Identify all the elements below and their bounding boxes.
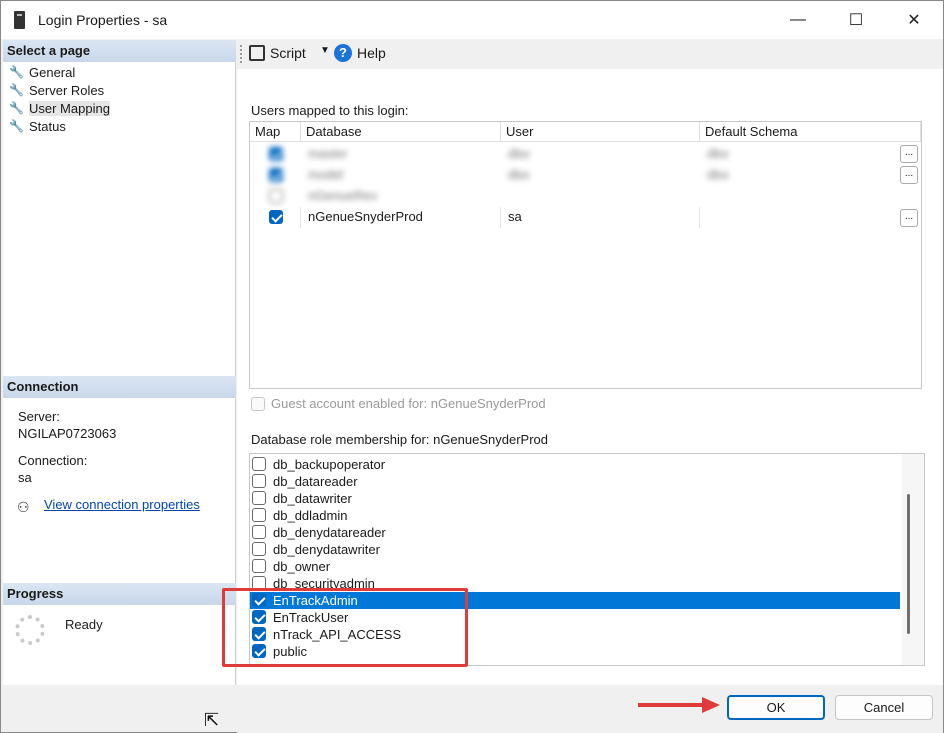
guest-account-label: Guest account enabled for: nGenueSnyderP… bbox=[271, 396, 546, 411]
connection-value: sa bbox=[18, 470, 32, 485]
users-mapped-label: Users mapped to this login: bbox=[251, 103, 409, 118]
role-checkbox[interactable] bbox=[252, 508, 266, 522]
database-cell: model bbox=[308, 167, 344, 182]
help-icon[interactable]: ? bbox=[334, 44, 352, 62]
grid-header: Map Database User Default Schema bbox=[250, 122, 921, 142]
map-checkbox[interactable] bbox=[269, 147, 283, 161]
list-item[interactable]: db_ddladmin bbox=[250, 507, 900, 524]
role-membership-label: Database role membership for: nGenueSnyd… bbox=[251, 432, 548, 447]
title-bar: Login Properties - sa — ☐ ✕ bbox=[1, 1, 943, 39]
annotation-arrow-shaft bbox=[638, 703, 706, 707]
page-item-general[interactable]: 🔧 General bbox=[9, 63, 75, 81]
column-header-map[interactable]: Map bbox=[255, 124, 280, 139]
connection-header: Connection bbox=[3, 376, 236, 398]
role-name: db_datareader bbox=[273, 474, 358, 489]
table-row[interactable]: nGenueRev bbox=[250, 186, 921, 207]
annotation-highlight-box bbox=[222, 588, 468, 667]
column-header-user[interactable]: User bbox=[506, 124, 533, 139]
server-label: Server: bbox=[18, 409, 60, 424]
role-list-scroll-thumb[interactable] bbox=[907, 494, 910, 634]
role-checkbox[interactable] bbox=[252, 542, 266, 556]
help-button[interactable]: Help bbox=[357, 45, 386, 61]
list-item[interactable]: db_backupoperator bbox=[250, 456, 900, 473]
script-button[interactable]: Script bbox=[270, 45, 306, 61]
close-button[interactable]: ✕ bbox=[885, 1, 943, 39]
database-cell: master bbox=[308, 146, 348, 161]
role-name: db_ddladmin bbox=[273, 508, 348, 523]
script-dropdown-icon[interactable]: ▼ bbox=[320, 45, 330, 56]
connection-properties-icon: ⚇ bbox=[17, 499, 30, 515]
user-cell: sa bbox=[508, 209, 522, 224]
schema-browse-button[interactable]: ... bbox=[900, 145, 918, 163]
progress-spinner-icon bbox=[15, 615, 45, 645]
script-icon[interactable] bbox=[249, 45, 265, 61]
map-checkbox[interactable] bbox=[269, 189, 283, 203]
role-name: db_datawriter bbox=[273, 491, 352, 506]
list-item[interactable]: db_datareader bbox=[250, 473, 900, 490]
connection-label: Connection: bbox=[18, 453, 88, 468]
select-page-header: Select a page bbox=[3, 40, 236, 62]
wrench-icon: 🔧 bbox=[9, 101, 24, 115]
ok-button[interactable]: OK bbox=[727, 695, 825, 720]
schema-cell: dbo bbox=[707, 146, 729, 161]
role-checkbox[interactable] bbox=[252, 525, 266, 539]
progress-header: Progress bbox=[3, 583, 236, 605]
table-row[interactable]: nGenueSnyderProd sa bbox=[250, 207, 921, 228]
map-checkbox[interactable] bbox=[269, 168, 283, 182]
users-mapped-grid[interactable]: Map Database User Default Schema master … bbox=[249, 121, 922, 389]
schema-browse-button[interactable]: ... bbox=[900, 166, 918, 184]
schema-cell: dbo bbox=[707, 167, 729, 182]
page-item-label: Status bbox=[29, 118, 66, 134]
minimize-button[interactable]: — bbox=[769, 1, 827, 39]
page-item-label: Server Roles bbox=[29, 82, 105, 98]
map-checkbox[interactable] bbox=[269, 210, 283, 224]
page-item-server-roles[interactable]: 🔧 Server Roles bbox=[9, 81, 104, 99]
mouse-cursor-icon: ⇱ bbox=[204, 710, 220, 730]
role-name: db_denydatawriter bbox=[273, 542, 380, 557]
server-icon bbox=[14, 11, 25, 29]
table-row[interactable]: model dbo dbo bbox=[250, 165, 921, 186]
list-item[interactable]: db_datawriter bbox=[250, 490, 900, 507]
role-name: db_backupoperator bbox=[273, 457, 386, 472]
role-list-scrollbar[interactable] bbox=[902, 454, 924, 665]
wrench-icon: 🔧 bbox=[9, 65, 24, 79]
column-header-database[interactable]: Database bbox=[306, 124, 362, 139]
page-item-user-mapping[interactable]: 🔧 User Mapping bbox=[9, 99, 110, 117]
schema-browse-button[interactable]: ... bbox=[900, 209, 918, 227]
role-name: db_denydatareader bbox=[273, 525, 386, 540]
list-item[interactable]: db_denydatawriter bbox=[250, 541, 900, 558]
guest-account-checkbox[interactable] bbox=[251, 397, 265, 411]
page-item-label: User Mapping bbox=[29, 100, 110, 116]
toolbar: Script ▼ ? Help bbox=[237, 40, 943, 68]
role-checkbox[interactable] bbox=[252, 559, 266, 573]
login-properties-dialog: Login Properties - sa — ☐ ✕ Select a pag… bbox=[0, 0, 944, 733]
left-pane: Select a page 🔧 General 🔧 Server Roles 🔧… bbox=[3, 40, 236, 685]
page-item-status[interactable]: 🔧 Status bbox=[9, 117, 66, 135]
window-title: Login Properties - sa bbox=[38, 12, 168, 28]
toolbar-grip bbox=[240, 45, 242, 63]
database-cell: nGenueRev bbox=[308, 188, 378, 203]
user-cell: dbo bbox=[508, 167, 530, 182]
cancel-button[interactable]: Cancel bbox=[835, 695, 933, 720]
annotation-arrow-icon bbox=[702, 697, 720, 713]
view-connection-properties-link[interactable]: View connection properties bbox=[44, 497, 200, 512]
role-name: db_owner bbox=[273, 559, 331, 574]
database-cell: nGenueSnyderProd bbox=[308, 209, 423, 224]
list-item[interactable]: db_owner bbox=[250, 558, 900, 575]
dialog-footer: OK Cancel bbox=[237, 685, 943, 733]
progress-status: Ready bbox=[65, 617, 103, 632]
role-checkbox[interactable] bbox=[252, 491, 266, 505]
table-row[interactable]: master dbo dbo bbox=[250, 144, 921, 165]
column-header-default-schema[interactable]: Default Schema bbox=[705, 124, 798, 139]
user-cell: dbo bbox=[508, 146, 530, 161]
server-value: NGILAP0723063 bbox=[18, 426, 117, 441]
page-item-label: General bbox=[29, 64, 76, 80]
role-checkbox[interactable] bbox=[252, 474, 266, 488]
wrench-icon: 🔧 bbox=[9, 119, 24, 133]
wrench-icon: 🔧 bbox=[9, 83, 24, 97]
maximize-button[interactable]: ☐ bbox=[827, 1, 885, 39]
list-item[interactable]: db_denydatareader bbox=[250, 524, 900, 541]
role-checkbox[interactable] bbox=[252, 457, 266, 471]
